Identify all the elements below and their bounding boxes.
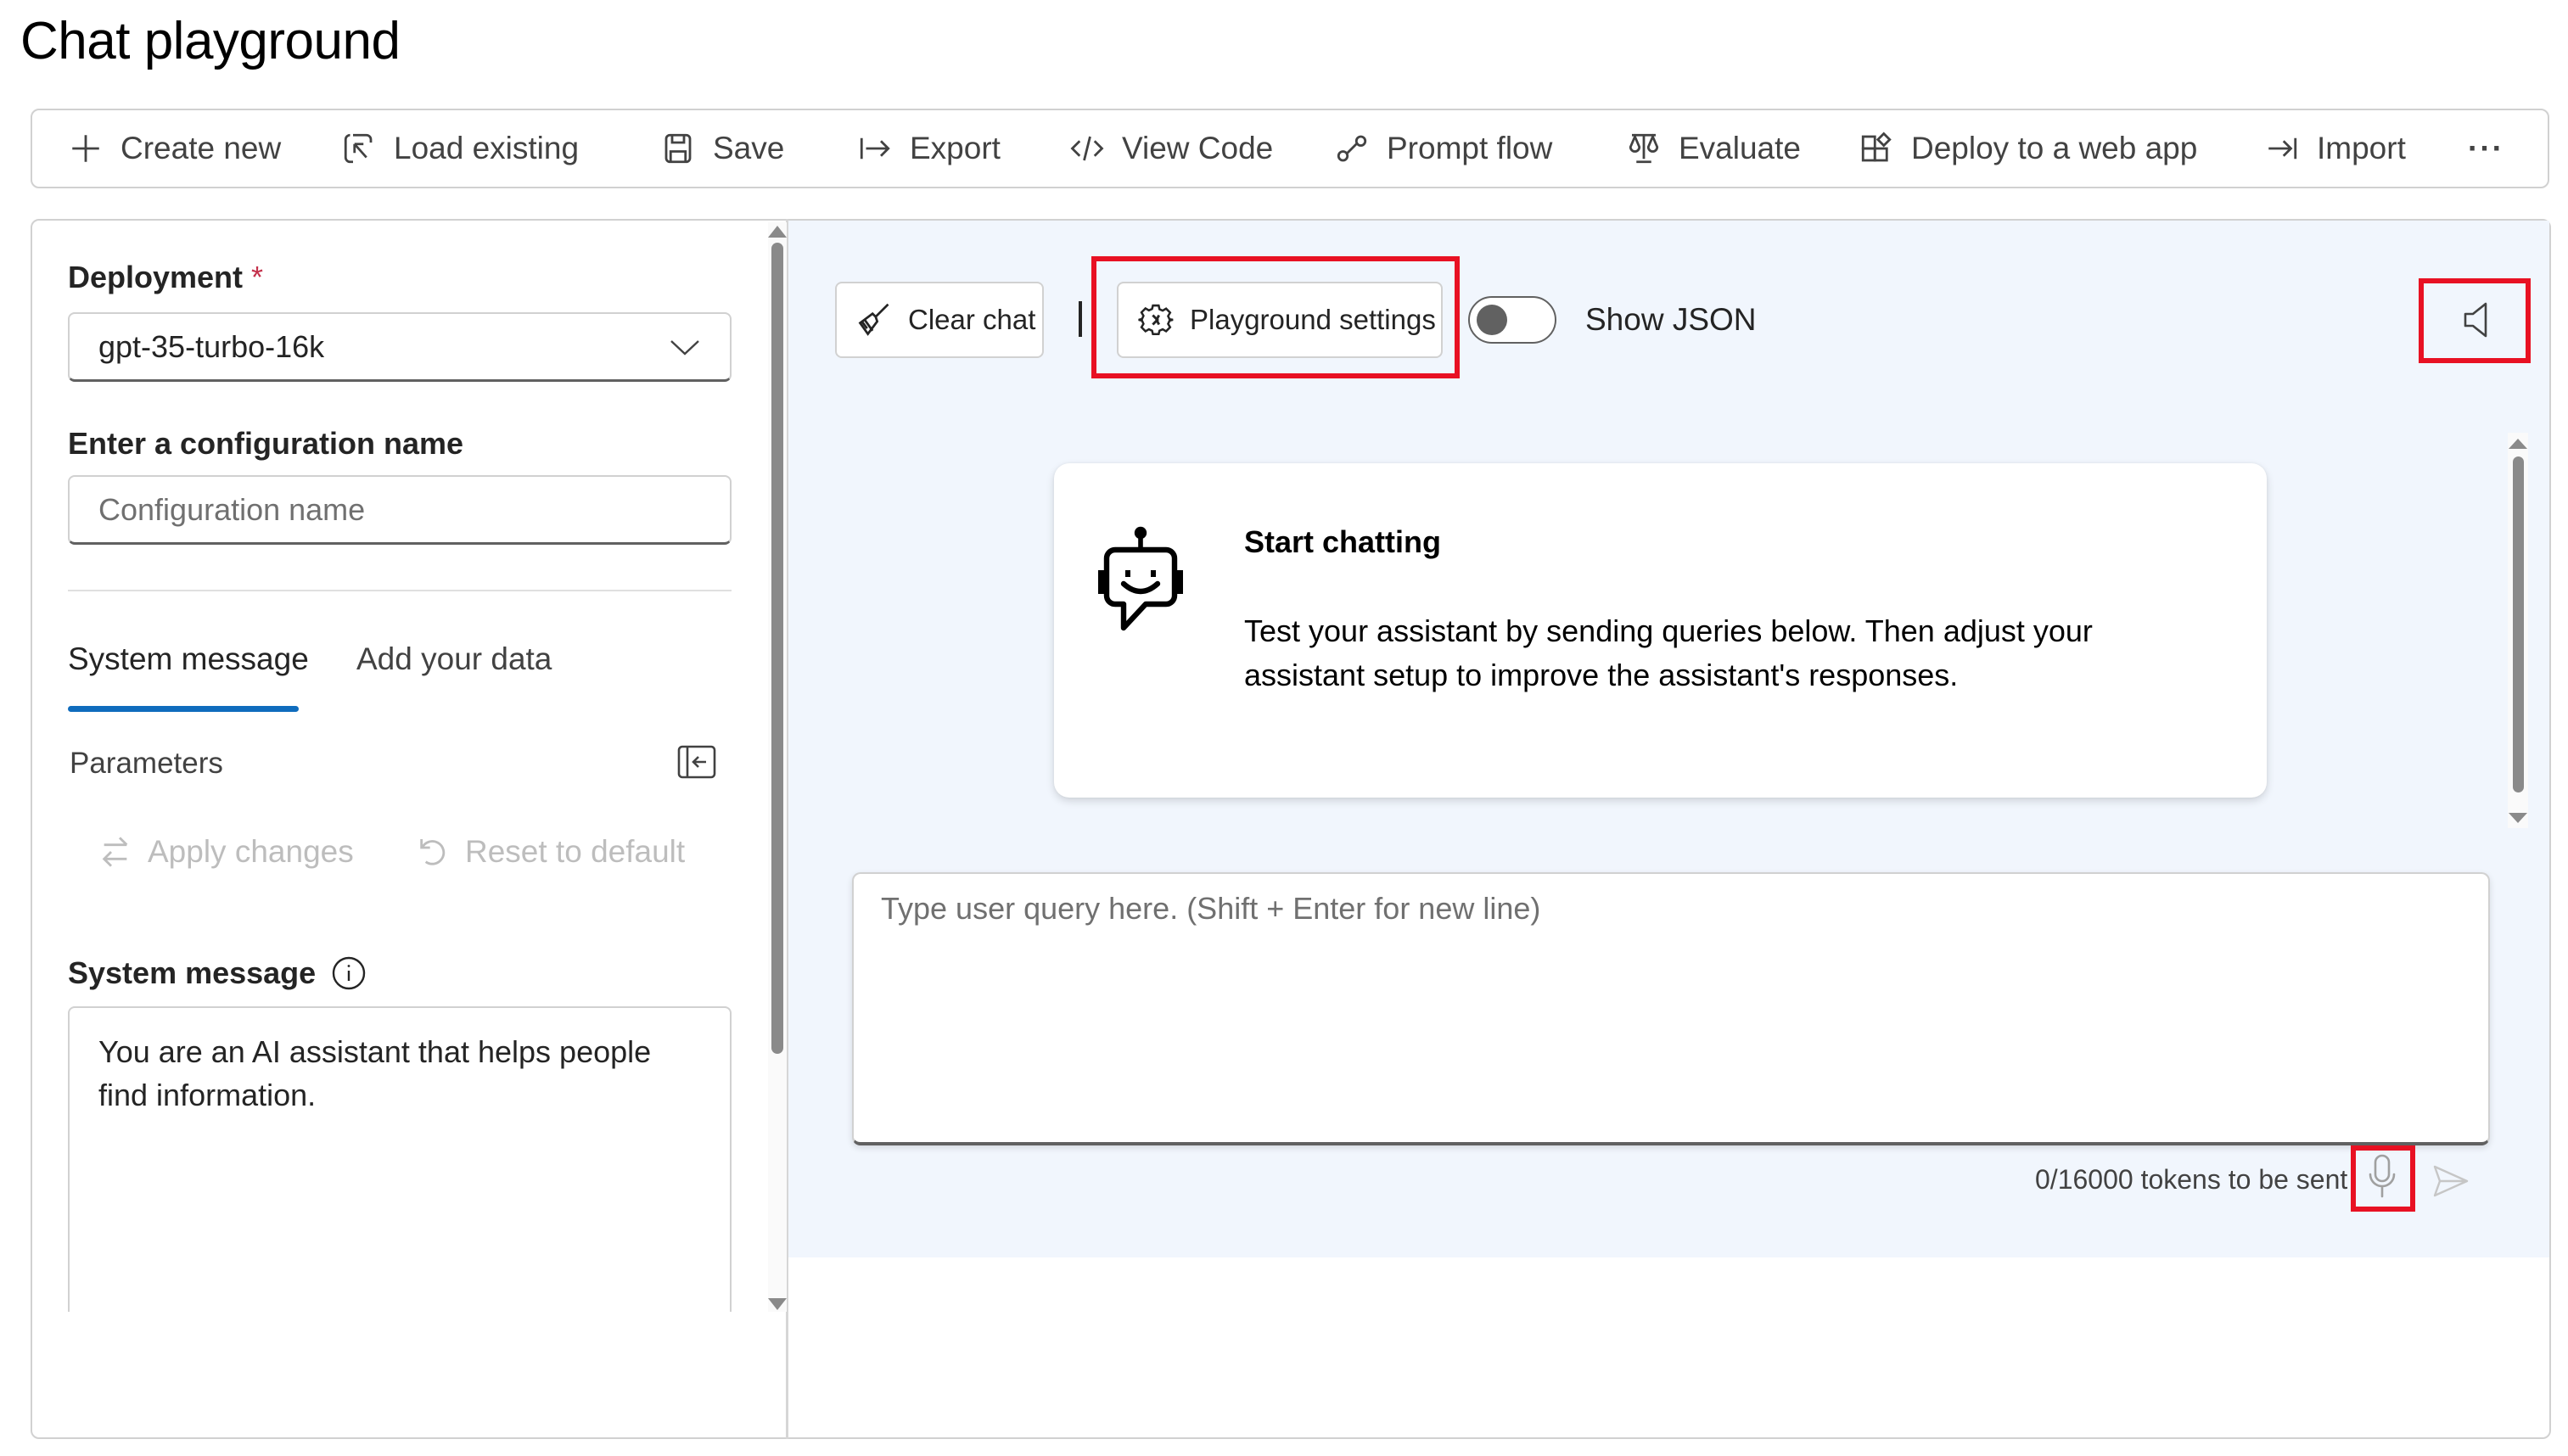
deployment-dropdown[interactable]: gpt-35-turbo-16k xyxy=(68,312,732,382)
load-icon xyxy=(341,131,377,166)
required-mark: * xyxy=(251,260,264,294)
deploy-web-app-button[interactable]: Deploy to a web app xyxy=(1859,110,2197,187)
view-code-button[interactable]: View Code xyxy=(1069,110,1273,187)
send-icon xyxy=(2432,1164,2470,1198)
deployment-label-text: Deployment xyxy=(68,260,244,294)
code-icon xyxy=(1069,131,1105,166)
chevron-down-icon xyxy=(669,337,701,357)
create-new-label: Create new xyxy=(121,131,282,165)
toggle-knob xyxy=(1477,305,1507,335)
bot-icon xyxy=(1095,526,1186,635)
active-tab-indicator xyxy=(68,706,299,712)
load-existing-button[interactable]: Load existing xyxy=(341,110,579,187)
export-button[interactable]: Export xyxy=(857,110,1001,187)
section-divider xyxy=(68,590,732,591)
config-name-label: Enter a configuration name xyxy=(68,426,464,461)
show-json-label: Show JSON xyxy=(1585,302,1757,337)
broom-icon xyxy=(855,301,893,339)
tab-add-your-data[interactable]: Add your data xyxy=(356,641,552,677)
create-new-button[interactable]: Create new xyxy=(68,110,281,187)
flow-icon xyxy=(1334,131,1370,166)
reset-label: Reset to default xyxy=(465,834,686,869)
apply-changes-label: Apply changes xyxy=(148,834,354,869)
system-message-label: System message xyxy=(68,955,317,990)
parameters-label: Parameters xyxy=(70,747,223,780)
card-title: Start chatting xyxy=(1244,524,1442,559)
system-message-header: System message xyxy=(68,955,367,991)
highlight-microphone xyxy=(2351,1145,2415,1212)
save-icon xyxy=(660,131,696,166)
evaluate-label: Evaluate xyxy=(1679,131,1801,165)
import-icon xyxy=(2264,131,2300,166)
undo-icon xyxy=(416,833,450,871)
scale-icon xyxy=(1626,131,1662,166)
query-placeholder: Type user query here. (Shift + Enter for… xyxy=(881,891,1541,926)
import-button[interactable]: Import xyxy=(2264,110,2406,187)
clear-chat-label: Clear chat xyxy=(908,304,1036,335)
deployment-value: gpt-35-turbo-16k xyxy=(98,328,325,364)
config-name-input[interactable]: Configuration name xyxy=(68,475,732,545)
more-icon: ··· xyxy=(2468,131,2504,165)
tokens-status: 0/16000 tokens to be sent xyxy=(2035,1164,2348,1195)
highlight-speaker xyxy=(2419,278,2531,363)
deploy-web-app-label: Deploy to a web app xyxy=(1911,131,2198,165)
chat-scrollbar-thumb[interactable] xyxy=(2513,456,2524,792)
deployment-label: Deployment * xyxy=(68,260,263,295)
apply-changes-button[interactable]: Apply changes xyxy=(98,833,354,871)
evaluate-button[interactable]: Evaluate xyxy=(1626,110,1801,187)
tab-system-message[interactable]: System message xyxy=(68,641,309,677)
prompt-flow-button[interactable]: Prompt flow xyxy=(1334,110,1552,187)
load-existing-label: Load existing xyxy=(394,131,580,165)
export-label: Export xyxy=(910,131,1001,165)
left-panel-bottom xyxy=(51,1312,784,1431)
save-label: Save xyxy=(713,131,785,165)
scroll-down-arrow[interactable] xyxy=(768,1298,787,1310)
card-body: Test your assistant by sending queries b… xyxy=(1244,613,2093,692)
apps-icon xyxy=(1859,131,1894,166)
chat-scroll-up-arrow[interactable] xyxy=(2509,439,2527,449)
command-toolbar: Create new Load existing Save Export Vie… xyxy=(31,109,2549,188)
config-name-placeholder: Configuration name xyxy=(98,491,366,527)
view-code-label: View Code xyxy=(1122,131,1274,165)
send-button[interactable] xyxy=(2432,1164,2470,1198)
more-options-button[interactable]: ··· xyxy=(2468,110,2504,187)
info-icon[interactable] xyxy=(331,955,367,991)
import-label: Import xyxy=(2317,131,2406,165)
plus-icon xyxy=(68,131,104,166)
collapse-panel-icon[interactable] xyxy=(677,745,716,779)
toolbar-separator xyxy=(1079,301,1082,337)
reset-to-default-button[interactable]: Reset to default xyxy=(416,833,685,871)
show-json-toggle[interactable] xyxy=(1468,296,1556,344)
chat-scroll-down-arrow[interactable] xyxy=(2509,813,2527,823)
page-title: Chat playground xyxy=(20,12,401,70)
save-button[interactable]: Save xyxy=(660,110,784,187)
export-icon xyxy=(857,131,893,166)
swap-arrows-icon xyxy=(98,833,132,871)
clear-chat-button[interactable]: Clear chat xyxy=(835,282,1044,358)
highlight-playground-settings xyxy=(1091,256,1460,378)
scroll-up-arrow[interactable] xyxy=(768,226,787,238)
system-message-textarea[interactable]: You are an AI assistant that helps peopl… xyxy=(68,1006,732,1312)
prompt-flow-label: Prompt flow xyxy=(1387,131,1553,165)
user-query-input[interactable]: Type user query here. (Shift + Enter for… xyxy=(852,872,2490,1145)
left-scrollbar-thumb[interactable] xyxy=(771,243,783,1054)
